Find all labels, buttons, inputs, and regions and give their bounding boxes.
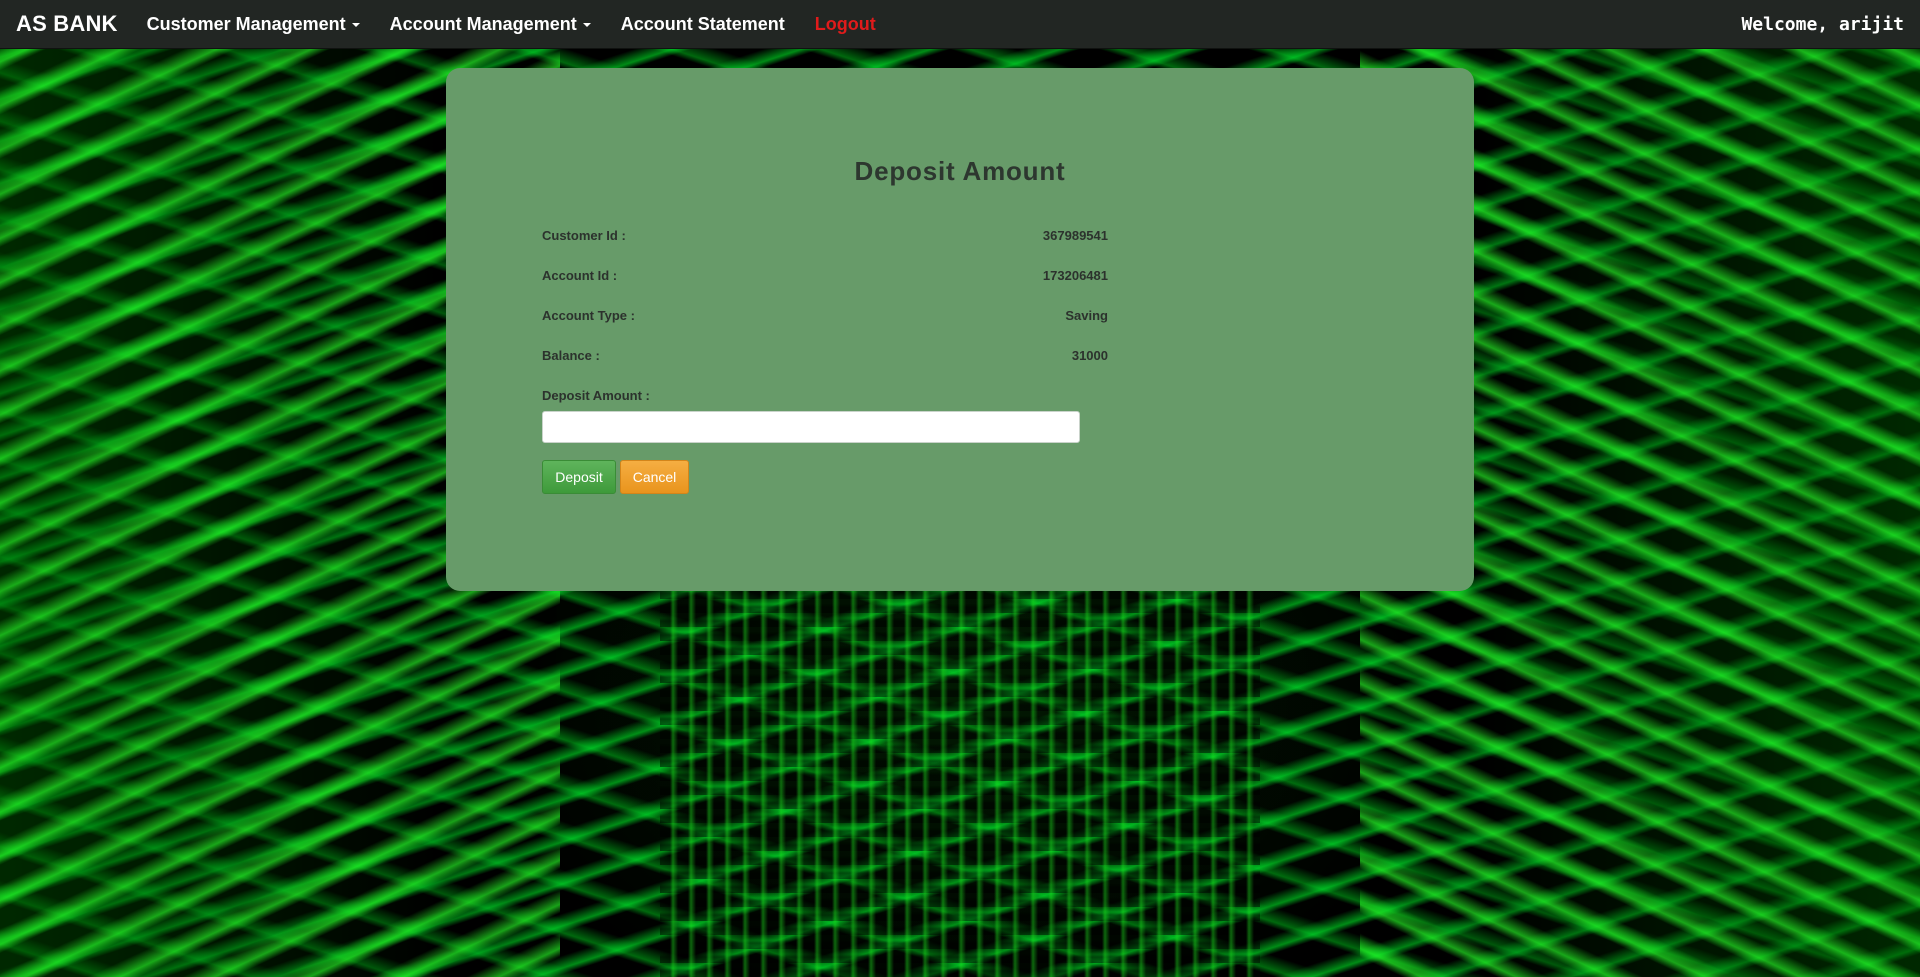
welcome-user-text: Welcome, arijit bbox=[1741, 13, 1904, 35]
deposit-button[interactable]: Deposit bbox=[542, 460, 616, 494]
nav-customer-management-label: Customer Management bbox=[146, 13, 346, 34]
top-navbar: AS BANK Customer Management Account Mana… bbox=[0, 0, 1920, 49]
balance-label: Balance : bbox=[542, 348, 600, 363]
nav-customer-management[interactable]: Customer Management bbox=[132, 0, 375, 48]
account-type-value: Saving bbox=[1065, 308, 1108, 323]
deposit-amount-input[interactable] bbox=[543, 412, 1079, 442]
deposit-panel: Deposit Amount Customer Id : 367989541 A… bbox=[446, 68, 1474, 591]
caret-down-icon bbox=[351, 23, 360, 27]
background-center-streaks bbox=[660, 590, 1260, 977]
nav-account-statement-label: Account Statement bbox=[620, 13, 785, 34]
account-id-label: Account Id : bbox=[542, 268, 618, 283]
nav-account-management-label: Account Management bbox=[389, 13, 577, 34]
deposit-amount-label: Deposit Amount : bbox=[542, 388, 650, 403]
balance-value: 31000 bbox=[1071, 348, 1108, 363]
cancel-button[interactable]: Cancel bbox=[620, 460, 689, 494]
nav-logout-label: Logout bbox=[814, 13, 876, 34]
nav-logout[interactable]: Logout bbox=[800, 0, 891, 48]
nav-account-statement[interactable]: Account Statement bbox=[606, 0, 800, 48]
nav-account-management[interactable]: Account Management bbox=[375, 0, 606, 48]
account-id-value: 173206481 bbox=[1042, 268, 1108, 283]
deposit-amount-field-wrapper bbox=[542, 411, 1080, 443]
page-title: Deposit Amount bbox=[854, 156, 1066, 186]
customer-id-label: Customer Id : bbox=[542, 228, 626, 243]
account-type-label: Account Type : bbox=[542, 308, 635, 323]
caret-down-icon bbox=[582, 23, 591, 27]
brand-logo[interactable]: AS BANK bbox=[16, 11, 118, 37]
customer-id-value: 367989541 bbox=[1042, 228, 1108, 243]
